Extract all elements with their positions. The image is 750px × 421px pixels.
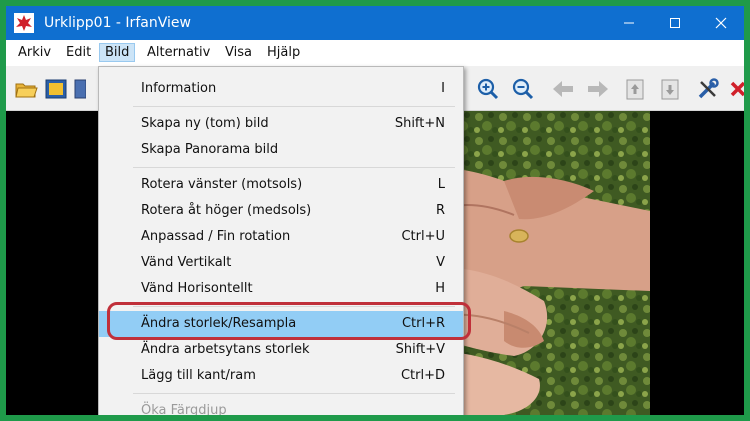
menu-visa[interactable]: Visa <box>220 44 257 61</box>
menu-bild[interactable]: Bild <box>99 43 136 62</box>
menu-separator <box>133 167 455 168</box>
minimize-icon <box>624 22 634 24</box>
menu-item-lagg-till-kant[interactable]: Lägg till kant/ram Ctrl+D <box>99 363 463 389</box>
menu-item-skapa-panorama[interactable]: Skapa Panorama bild <box>99 137 463 163</box>
minimize-button[interactable] <box>606 6 652 40</box>
exit-icon[interactable] <box>730 77 744 101</box>
filmstrip-icon[interactable] <box>74 77 86 101</box>
menu-item-rotera-hoger[interactable]: Rotera åt höger (medsols) R <box>99 198 463 224</box>
annotation-highlight-ring <box>107 302 471 340</box>
menu-item-oka-fargdjup: Öka Färgdjup <box>141 403 227 415</box>
menu-item-fin-rotation[interactable]: Anpassad / Fin rotation Ctrl+U <box>99 224 463 250</box>
window-title: Urklipp01 - IrfanView <box>44 15 191 31</box>
last-page-icon[interactable] <box>658 77 682 101</box>
menu-item-vand-horisontellt[interactable]: Vänd Horisontellt H <box>99 276 463 302</box>
zoom-out-icon[interactable] <box>511 77 535 101</box>
menu-item-information[interactable]: Information I <box>99 76 463 102</box>
zoom-in-icon[interactable] <box>476 77 500 101</box>
menu-arkiv[interactable]: Arkiv <box>13 44 56 61</box>
next-icon[interactable] <box>586 77 610 101</box>
irfanview-app-icon <box>14 13 34 33</box>
close-icon <box>715 17 727 29</box>
menu-alternativ[interactable]: Alternativ <box>142 44 215 61</box>
close-button[interactable] <box>698 6 744 40</box>
menu-item-skapa-ny-bild[interactable]: Skapa ny (tom) bild Shift+N <box>99 111 463 137</box>
menu-separator <box>133 106 455 107</box>
menu-bar: Arkiv Edit Bild Alternativ Visa Hjälp <box>6 40 744 66</box>
settings-icon[interactable] <box>696 77 720 101</box>
maximize-button[interactable] <box>652 6 698 40</box>
menu-hjalp[interactable]: Hjälp <box>262 44 305 61</box>
maximize-icon <box>670 18 680 28</box>
menu-separator <box>133 393 455 394</box>
open-folder-icon[interactable] <box>14 77 38 101</box>
first-page-icon[interactable] <box>623 77 647 101</box>
irfanview-window: Urklipp01 - IrfanView Arkiv Edit Bild Al… <box>6 6 744 415</box>
menu-item-rotera-vanster[interactable]: Rotera vänster (motsols) L <box>99 172 463 198</box>
bild-dropdown-menu: Information I Skapa ny (tom) bild Shift+… <box>98 66 464 415</box>
menu-edit[interactable]: Edit <box>61 44 96 61</box>
menu-item-arbetsytans-storlek[interactable]: Ändra arbetsytans storlek Shift+V <box>99 337 463 363</box>
menu-item-vand-vertikalt[interactable]: Vänd Vertikalt V <box>99 250 463 276</box>
previous-icon[interactable] <box>551 77 575 101</box>
title-bar: Urklipp01 - IrfanView <box>6 6 744 40</box>
slideshow-icon[interactable] <box>44 77 68 101</box>
